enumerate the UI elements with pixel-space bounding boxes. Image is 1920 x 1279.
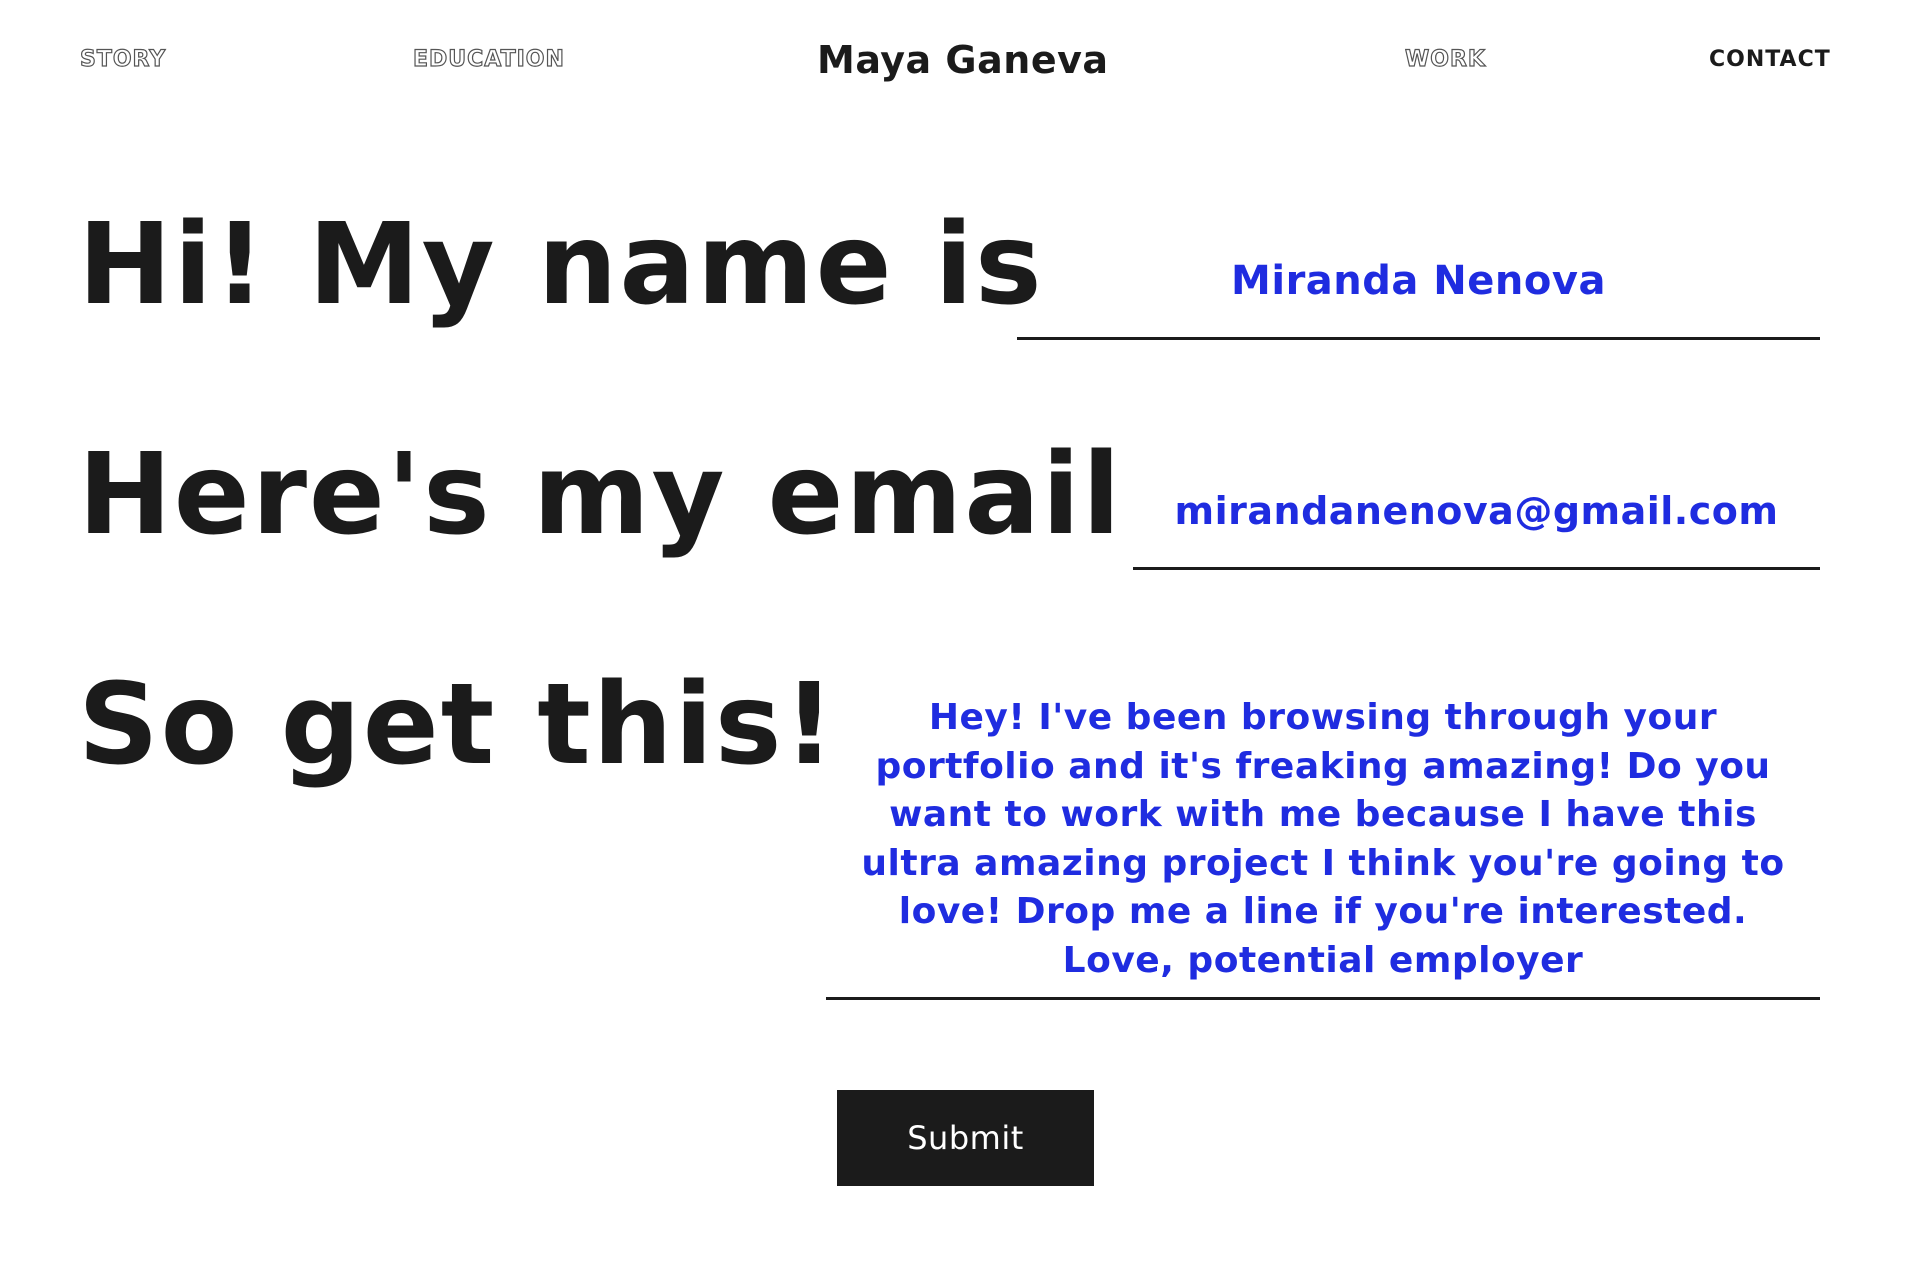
message-prompt-heading: So get this! [78, 660, 837, 790]
email-field-value: mirandanenova@gmail.com [1174, 489, 1779, 533]
nav-link-story[interactable]: STORY [79, 46, 166, 74]
name-prompt-heading: Hi! My name is [78, 200, 1044, 330]
message-field[interactable]: Hey! I've been browsing through your por… [826, 686, 1820, 1000]
email-prompt-heading: Here's my email [78, 430, 1123, 560]
email-field[interactable]: mirandanenova@gmail.com [1133, 455, 1820, 570]
nav-link-education[interactable]: EDUCATION [412, 46, 565, 74]
message-field-value: Hey! I've been browsing through your por… [861, 697, 1785, 981]
nav-link-contact[interactable]: CONTACT [1709, 46, 1831, 74]
name-field-value: Miranda Nenova [1231, 258, 1606, 304]
nav-link-work[interactable]: WORK [1404, 46, 1486, 74]
submit-button[interactable]: Submit [837, 1090, 1094, 1186]
name-field[interactable]: Miranda Nenova [1017, 225, 1820, 340]
site-title[interactable]: Maya Ganeva [817, 38, 1109, 82]
